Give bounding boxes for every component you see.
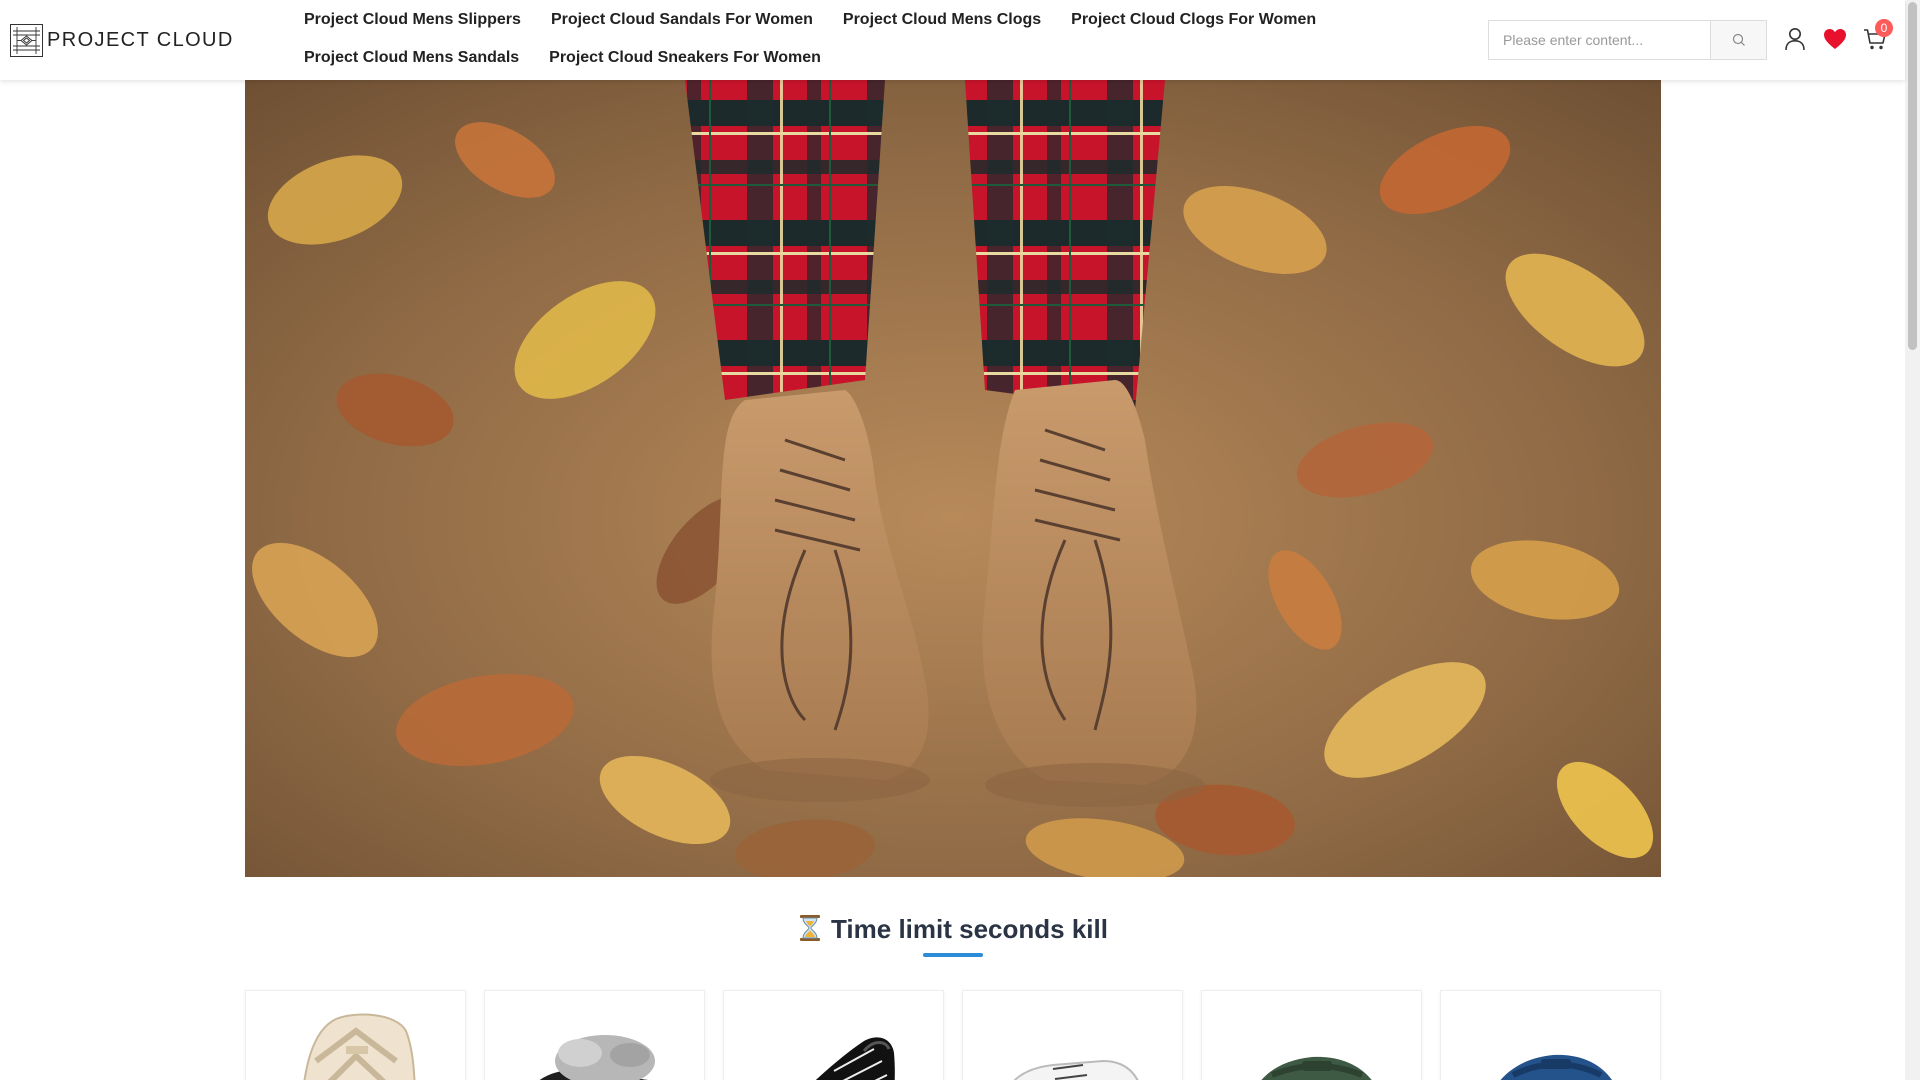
search-icon — [1732, 33, 1745, 46]
product-image-grey-fur-slipper — [540, 1035, 655, 1080]
main-nav: Project Cloud Mens Slippers Project Clou… — [292, 0, 1352, 76]
nav-item-mens-sandals[interactable]: Project Cloud Mens Sandals — [292, 38, 531, 76]
nav-item-clogs-for-women[interactable]: Project Cloud Clogs For Women — [1059, 0, 1328, 38]
product-card[interactable] — [484, 990, 705, 1080]
heart-icon[interactable] — [1822, 26, 1848, 52]
search-bar — [1488, 20, 1767, 60]
title-underline — [923, 953, 983, 957]
search-input[interactable] — [1488, 20, 1710, 60]
logo-text: PROJECT CLOUD — [47, 28, 234, 51]
product-image-blue-clog — [1500, 1054, 1612, 1080]
product-card[interactable] — [723, 990, 944, 1080]
product-card[interactable] — [245, 990, 466, 1080]
hero-banner[interactable] — [245, 80, 1661, 877]
product-card[interactable] — [1440, 990, 1661, 1080]
product-image-black-sneaker — [815, 1037, 895, 1080]
hourglass-icon — [800, 915, 821, 941]
cart-count-badge: 0 — [1875, 19, 1893, 37]
scrollbar[interactable] — [1905, 0, 1920, 1080]
product-list — [245, 990, 1661, 1080]
logo-mark-icon — [10, 23, 43, 57]
user-icon[interactable] — [1782, 26, 1808, 52]
nav-item-sneakers-for-women[interactable]: Project Cloud Sneakers For Women — [537, 38, 833, 76]
product-card[interactable] — [1201, 990, 1422, 1080]
logo[interactable]: PROJECT CLOUD — [10, 23, 234, 57]
section-title-text: Time limit seconds kill — [831, 914, 1108, 944]
nav-item-sandals-for-women[interactable]: Project Cloud Sandals For Women — [539, 0, 825, 38]
product-image-white-sneaker — [1013, 1059, 1139, 1080]
product-image-green-clog — [1261, 1056, 1372, 1080]
nav-item-mens-clogs[interactable]: Project Cloud Mens Clogs — [831, 0, 1053, 38]
scrollbar-thumb[interactable] — [1908, 2, 1917, 350]
search-button[interactable] — [1710, 20, 1767, 60]
nav-item-mens-slippers[interactable]: Project Cloud Mens Slippers — [292, 0, 533, 38]
product-image-beige-sandal — [303, 1013, 416, 1080]
hero-image — [245, 80, 1661, 877]
section-title: Time limit seconds kill — [0, 914, 1905, 945]
site-header: PROJECT CLOUD Project Cloud Mens Slipper… — [0, 0, 1905, 80]
product-card[interactable] — [962, 990, 1183, 1080]
